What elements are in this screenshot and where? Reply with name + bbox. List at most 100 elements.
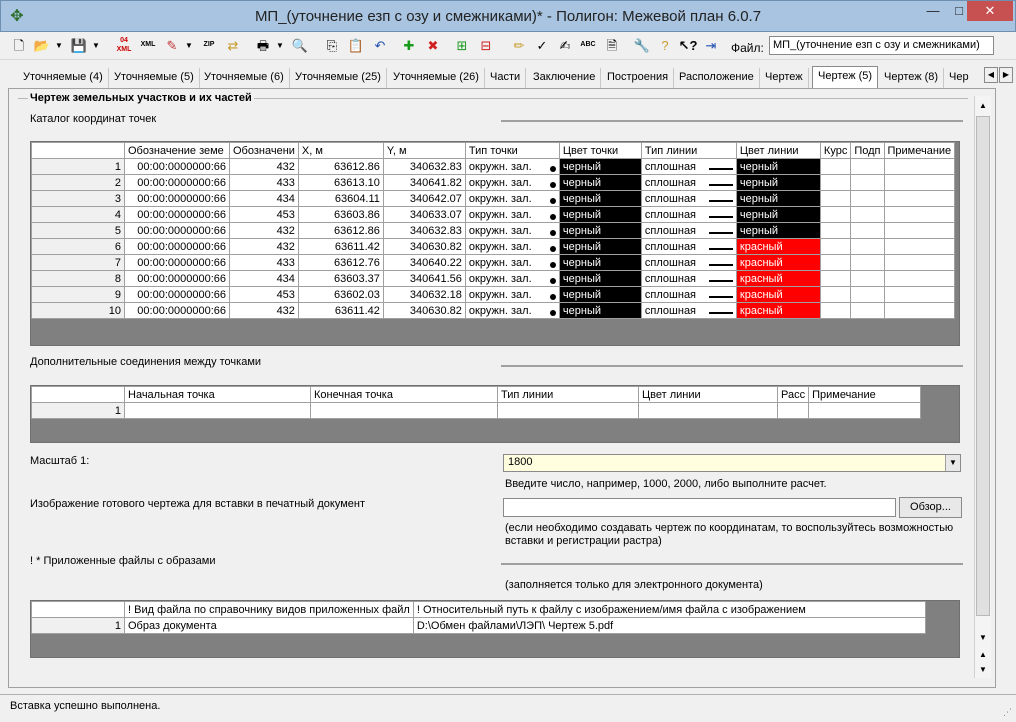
minimize-button[interactable]: — (920, 1, 946, 21)
point-type-cell[interactable]: окружн. зал. (464, 174, 560, 191)
x-coordinate-cell[interactable]: 63612.86 (297, 222, 384, 239)
distance-cell[interactable] (776, 402, 810, 419)
tab-chertezh-5[interactable]: Чертеж (5) (812, 66, 879, 88)
line-type-cell[interactable] (497, 402, 639, 419)
row-number[interactable]: 1 (31, 158, 125, 175)
column-header[interactable]: Обозначение земе (124, 142, 230, 159)
label-cell[interactable] (850, 302, 885, 319)
spellcheck-icon[interactable]: ABC (577, 35, 599, 57)
new-document-icon[interactable]: 🗋 (8, 35, 30, 57)
y-coordinate-cell[interactable]: 340641.82 (382, 174, 466, 191)
column-header[interactable]: Тип линии (640, 142, 737, 159)
start-point-cell[interactable] (124, 402, 311, 419)
label-cell[interactable] (850, 174, 885, 191)
x-coordinate-cell[interactable]: 63613.10 (297, 174, 384, 191)
label-cell[interactable] (850, 158, 885, 175)
point-color-cell[interactable]: черный (558, 190, 642, 207)
line-type-cell[interactable]: сплошная (640, 286, 737, 303)
column-header[interactable]: Цвет точки (558, 142, 642, 159)
open-dropdown-icon[interactable]: ▼ (54, 35, 64, 57)
point-type-cell[interactable]: окружн. зал. (464, 206, 560, 223)
note-cell[interactable] (808, 402, 922, 419)
point-name-cell[interactable]: 432 (229, 302, 299, 319)
line-type-cell[interactable]: сплошная (640, 254, 737, 271)
parcel-number-cell[interactable]: 00:00:0000000:66 (124, 158, 230, 175)
chevron-down-icon[interactable]: ▼ (945, 455, 960, 471)
column-header[interactable]: Начальная точка (124, 386, 311, 403)
tab-chertezh-partial[interactable]: Чер (944, 68, 974, 88)
column-header[interactable]: Конечная точка (310, 386, 498, 403)
scale-select[interactable]: 1800 ▼ (503, 454, 961, 472)
vertical-scrollbar[interactable]: ▲ ▼ ▲ ▼ (974, 96, 991, 678)
open-folder-icon[interactable]: 📂 (31, 35, 53, 57)
row-number[interactable]: 7 (31, 254, 125, 271)
x-coordinate-cell[interactable]: 63602.03 (297, 286, 384, 303)
column-header[interactable]: Цвет линии (638, 386, 778, 403)
label-cell[interactable] (850, 270, 885, 287)
tab-utochnyaemye-4[interactable]: Уточняемые (4) (18, 68, 109, 88)
file-path-cell[interactable]: D:\Обмен файлами\ЛЭП\ Чертеж 5.pdf (412, 617, 926, 634)
y-coordinate-cell[interactable]: 340632.83 (382, 222, 466, 239)
tab-utochnyaemye-5[interactable]: Уточняемые (5) (109, 68, 200, 88)
course-cell[interactable] (819, 222, 852, 239)
scroll-up-icon[interactable]: ▲ (975, 98, 991, 114)
note-cell[interactable] (883, 222, 956, 239)
zip-icon[interactable]: ZIP (198, 35, 220, 57)
xml-check-icon[interactable]: ✓ (531, 35, 553, 57)
parcel-number-cell[interactable]: 00:00:0000000:66 (124, 270, 230, 287)
course-cell[interactable] (819, 238, 852, 255)
line-color-cell[interactable]: черный (735, 222, 821, 239)
column-header[interactable]: ! Относительный путь к файлу с изображен… (412, 601, 926, 618)
row-number[interactable]: 8 (31, 270, 125, 287)
xml-dropdown-icon[interactable]: ▼ (184, 35, 194, 57)
tab-chasti[interactable]: Части (485, 68, 527, 88)
point-color-cell[interactable]: черный (558, 222, 642, 239)
tab-utochnyaemye-26[interactable]: Уточняемые (26) (388, 68, 485, 88)
x-coordinate-cell[interactable]: 63612.86 (297, 158, 384, 175)
tab-chertezh-8[interactable]: Чертеж (8) (879, 68, 945, 88)
xml-sign-icon[interactable]: ✍ (554, 35, 576, 57)
x-coordinate-cell[interactable]: 63604.11 (297, 190, 384, 207)
point-type-cell[interactable]: окружн. зал. (464, 302, 560, 319)
copy-icon[interactable]: ⎘ (321, 35, 343, 57)
row-number[interactable]: 10 (31, 302, 125, 319)
line-color-cell[interactable]: красный (735, 238, 821, 255)
row-number[interactable]: 1 (31, 402, 125, 419)
tab-scroll-left-icon[interactable]: ◀ (984, 67, 998, 83)
point-color-cell[interactable]: черный (558, 254, 642, 271)
point-color-cell[interactable]: черный (558, 270, 642, 287)
xml-icon[interactable]: XML (137, 35, 159, 57)
y-coordinate-cell[interactable]: 340632.83 (382, 158, 466, 175)
point-name-cell[interactable]: 433 (229, 174, 299, 191)
note-cell[interactable] (883, 238, 956, 255)
course-cell[interactable] (819, 270, 852, 287)
point-color-cell[interactable]: черный (558, 174, 642, 191)
pen-icon[interactable]: ✏ (508, 35, 530, 57)
file-kind-cell[interactable]: Образ документа (124, 617, 414, 634)
line-color-cell[interactable]: черный (735, 158, 821, 175)
line-type-cell[interactable]: сплошная (640, 238, 737, 255)
column-header[interactable]: ! Вид файла по справочнику видов приложе… (124, 601, 414, 618)
line-color-cell[interactable]: красный (735, 254, 821, 271)
column-header[interactable]: Примечание (883, 142, 956, 159)
y-coordinate-cell[interactable]: 340630.82 (382, 238, 466, 255)
x-coordinate-cell[interactable]: 63611.42 (297, 302, 384, 319)
context-help-icon[interactable]: ↖? (677, 35, 699, 57)
scroll-down-icon[interactable]: ▼ (975, 630, 991, 646)
column-header[interactable]: Обозначени (229, 142, 299, 159)
scroll-page-up-icon[interactable]: ▲ (975, 647, 991, 663)
row-number[interactable]: 5 (31, 222, 125, 239)
y-coordinate-cell[interactable]: 340642.07 (382, 190, 466, 207)
add-row-icon[interactable]: ✚ (398, 35, 420, 57)
point-name-cell[interactable]: 432 (229, 238, 299, 255)
point-type-cell[interactable]: окружн. зал. (464, 190, 560, 207)
tab-zaklyuchenie[interactable]: Заключение (528, 68, 602, 88)
edit-xml-icon[interactable]: ✎ (161, 35, 183, 57)
line-color-cell[interactable]: черный (735, 190, 821, 207)
y-coordinate-cell[interactable]: 340633.07 (382, 206, 466, 223)
remove-node-icon[interactable]: ⊟ (475, 35, 497, 57)
line-type-cell[interactable]: сплошная (640, 158, 737, 175)
label-cell[interactable] (850, 238, 885, 255)
point-name-cell[interactable]: 432 (229, 222, 299, 239)
print-preview-icon[interactable]: 🔍 (289, 35, 311, 57)
